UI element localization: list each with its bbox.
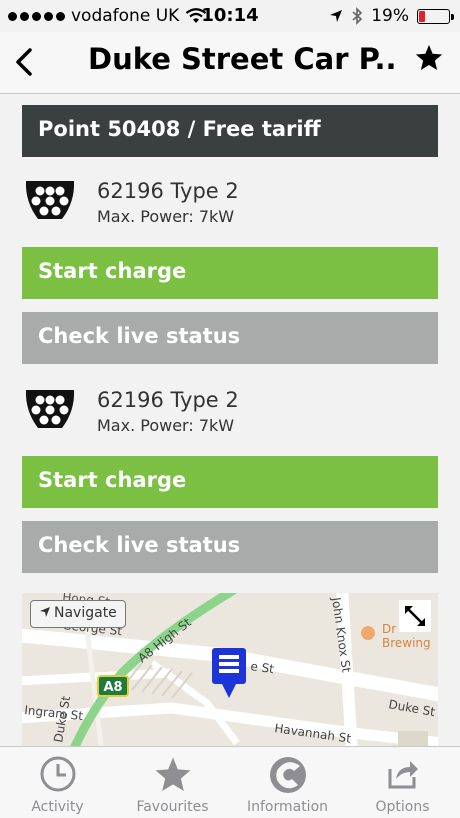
battery-level [419, 10, 425, 22]
type2-plug-icon [25, 181, 75, 219]
status-right: 19% [329, 6, 454, 26]
navigate-button[interactable]: Navigate [30, 600, 126, 628]
check-live-status-button[interactable]: Check live status [22, 521, 438, 573]
clock-icon [40, 756, 75, 792]
favourite-star-icon[interactable] [414, 43, 444, 73]
tab-bar: Activity Favourites Information Options [0, 746, 460, 818]
screen: vodafone UK 10:14 19% Duke Street Car P.… [0, 0, 460, 818]
type2-plug-icon [25, 390, 75, 428]
poi-label: Dr [382, 622, 396, 636]
connector-title: 62196 Type 2 [97, 179, 239, 203]
tab-activity[interactable]: Activity [0, 747, 115, 818]
connector-power: Max. Power: 7kW [97, 416, 235, 435]
start-charge-button[interactable]: Start charge [22, 247, 438, 299]
tab-label: Options [375, 799, 430, 815]
check-live-status-button[interactable]: Check live status [22, 312, 438, 364]
page-title: Duke Street Car P... [88, 42, 398, 76]
charge-point-content: Point 50408 / Free tariff 62196 Type 2 M… [22, 105, 438, 573]
navigate-arrow-icon [40, 607, 50, 617]
connector-item: 62196 Type 2 Max. Power: 7kW [22, 366, 438, 456]
connector-item: 62196 Type 2 Max. Power: 7kW [22, 157, 438, 247]
location-map[interactable]: Hong St George St A8 High St John Knox S… [22, 593, 438, 746]
route-badge-label: A8 [103, 680, 122, 695]
tab-information[interactable]: Information [230, 747, 345, 818]
share-icon [388, 761, 418, 789]
battery-percent: 19% [371, 6, 409, 26]
start-charge-button[interactable]: Start charge [22, 456, 438, 508]
connector-power: Max. Power: 7kW [97, 207, 235, 226]
navigate-label: Navigate [54, 605, 117, 621]
connector-title: 62196 Type 2 [97, 388, 239, 412]
info-c-icon [269, 757, 306, 793]
point-header: Point 50408 / Free tariff [22, 105, 438, 157]
poi-label: Brewing [382, 636, 431, 650]
tab-options[interactable]: Options [345, 747, 460, 818]
star-icon [155, 757, 190, 791]
status-bar: vodafone UK 10:14 19% [0, 0, 460, 32]
back-chevron-icon[interactable] [8, 44, 44, 80]
tab-favourites[interactable]: Favourites [115, 747, 230, 818]
bluetooth-icon [352, 7, 363, 25]
tab-label: Favourites [136, 799, 209, 815]
battery-icon [417, 8, 454, 24]
location-arrow-icon [330, 10, 343, 22]
tab-label: Information [246, 799, 329, 815]
tab-label: Activity [31, 799, 84, 815]
brewery-poi-icon [361, 626, 375, 640]
navigation-bar: Duke Street Car P... [0, 32, 460, 94]
expand-map-icon[interactable] [399, 600, 431, 632]
